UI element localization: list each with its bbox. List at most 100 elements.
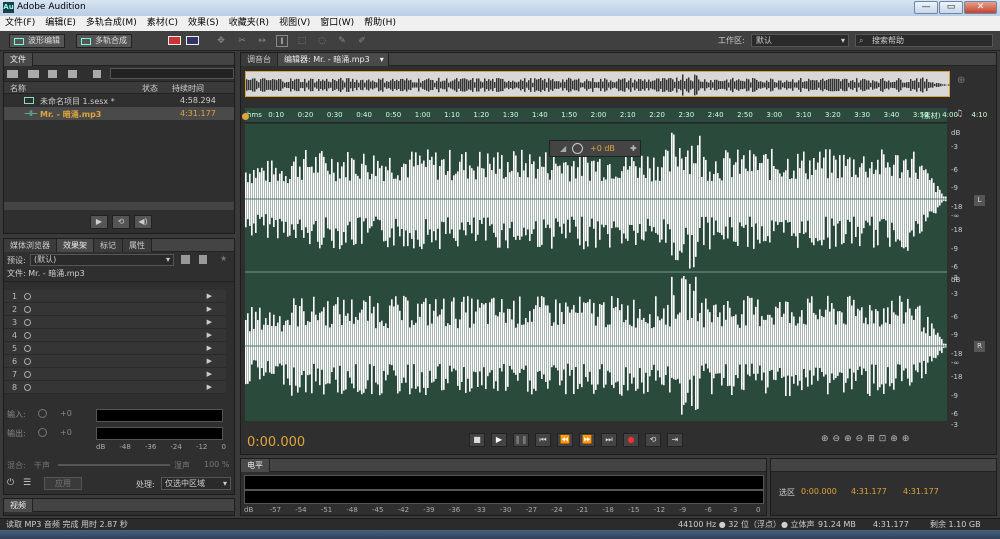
selection-end[interactable]: 4:31.177: [851, 487, 887, 496]
channel-right-toggle[interactable]: R: [974, 341, 985, 352]
mix-slider[interactable]: [58, 464, 170, 466]
file-row-selected[interactable]: ⊣⊢ Mr. - 暗涌.mp3 4:31.177: [4, 107, 234, 120]
tab-media-browser[interactable]: 媒体浏览器: [4, 239, 57, 252]
output-knob[interactable]: [38, 428, 47, 437]
tab-mixer[interactable]: 调音台: [241, 53, 278, 66]
waveform-overview[interactable]: [245, 71, 952, 97]
arrow-right-icon[interactable]: ▶: [207, 329, 212, 342]
waveform-view-button[interactable]: 波形编辑: [9, 34, 65, 48]
power-icon[interactable]: [24, 332, 31, 339]
process-select[interactable]: 仅选中区域 ▾: [161, 477, 231, 490]
close-button[interactable]: ✕: [964, 1, 997, 14]
wet-percent[interactable]: 100 %: [204, 460, 229, 469]
open-folder-icon[interactable]: [7, 70, 18, 78]
menu-file[interactable]: 文件(F): [0, 16, 40, 31]
razor-tool-icon[interactable]: ✂: [236, 35, 248, 47]
playhead-marker[interactable]: [242, 113, 249, 120]
chevron-down-icon[interactable]: ▾: [380, 53, 384, 66]
save-preset-icon[interactable]: [181, 255, 190, 264]
files-search-input[interactable]: [110, 68, 234, 79]
play-button[interactable]: ▶: [491, 433, 507, 447]
menu-clip[interactable]: 素材(C): [142, 16, 183, 31]
arrow-right-icon[interactable]: ▶: [207, 355, 212, 368]
zoom-in-amplitude-icon[interactable]: ⊕: [821, 434, 829, 448]
menu-multitrack[interactable]: 多轨合成(M): [81, 16, 142, 31]
input-knob[interactable]: [38, 409, 47, 418]
waveform-display[interactable]: ◢ +0 dB ✚: [245, 124, 947, 421]
effect-slot[interactable]: 7 ▶: [4, 368, 226, 381]
brush-tool-icon[interactable]: ✎: [336, 35, 348, 47]
tab-effects-rack[interactable]: 效果架: [57, 239, 94, 252]
stop-button[interactable]: ■: [469, 433, 485, 447]
selection-start[interactable]: 0:00.000: [801, 487, 837, 496]
delete-preset-icon[interactable]: [199, 255, 207, 264]
marquee-tool-icon[interactable]: ⬚: [296, 35, 308, 47]
menu-favorites[interactable]: 收藏夹(R): [224, 16, 274, 31]
import-icon[interactable]: [28, 70, 39, 78]
arrow-right-icon[interactable]: ▶: [207, 368, 212, 381]
zoom-selection-icon[interactable]: ⊡: [879, 434, 887, 448]
multitrack-view-button[interactable]: 多轨合成: [76, 34, 132, 48]
power-icon[interactable]: [24, 293, 31, 300]
tab-properties[interactable]: 属性: [123, 239, 152, 252]
menu-edit[interactable]: 编辑(E): [40, 16, 81, 31]
zoom-out-time-icon[interactable]: ⊖: [856, 434, 864, 448]
preset-select[interactable]: (默认) ▾: [30, 254, 174, 266]
output-value[interactable]: +0: [60, 428, 72, 437]
loop-button[interactable]: ⟲: [645, 433, 661, 447]
menu-effects[interactable]: 效果(S): [183, 16, 224, 31]
autoplay-button[interactable]: ◀): [134, 215, 152, 229]
search-help-input[interactable]: ⌕ 搜索帮助: [855, 34, 993, 47]
power-icon[interactable]: [24, 306, 31, 313]
zoom-full-icon[interactable]: ⊞: [867, 434, 875, 448]
minimize-button[interactable]: —: [914, 1, 938, 14]
tab-files[interactable]: 文件: [4, 53, 33, 66]
next-button[interactable]: ⏭: [601, 433, 617, 447]
star-icon[interactable]: ★: [220, 254, 227, 263]
effect-slot[interactable]: 1 ▶: [4, 290, 226, 303]
menu-view[interactable]: 视图(V): [274, 16, 315, 31]
skip-selection-button[interactable]: ⇥: [667, 433, 683, 447]
files-scrollbar[interactable]: [4, 202, 234, 210]
tab-video[interactable]: 视频: [4, 499, 33, 512]
zoom-in-left-icon[interactable]: ⊕: [890, 434, 898, 448]
play-file-button[interactable]: ▶: [90, 215, 108, 229]
workspace-select[interactable]: 默认 ▾: [751, 34, 849, 47]
selection-duration[interactable]: 4:31.177: [903, 487, 939, 496]
gain-knob[interactable]: [572, 143, 583, 154]
tab-levels[interactable]: 电平: [241, 459, 270, 472]
arrow-right-icon[interactable]: ▶: [207, 290, 212, 303]
zoom-in-time-icon[interactable]: ⊕: [844, 434, 852, 448]
time-selection-tool-icon[interactable]: I: [276, 35, 288, 47]
list-icon[interactable]: ☰: [23, 478, 34, 489]
tab-markers[interactable]: 标记: [94, 239, 123, 252]
headphones-icon[interactable]: ♫: [955, 109, 963, 119]
pin-icon[interactable]: ✚: [630, 141, 637, 156]
power-icon[interactable]: [24, 371, 31, 378]
loop-file-button[interactable]: ⟲: [112, 215, 130, 229]
power-icon[interactable]: [24, 358, 31, 365]
column-name[interactable]: 名称: [10, 83, 26, 94]
arrow-right-icon[interactable]: ▶: [207, 342, 212, 355]
spectral-display-icon[interactable]: [168, 36, 181, 45]
fast-forward-button[interactable]: ⏩: [579, 433, 595, 447]
pause-button[interactable]: ❚❚: [513, 433, 529, 447]
zoom-navigator-icon[interactable]: ⊕: [957, 75, 965, 86]
arrow-right-icon[interactable]: ▶: [207, 381, 212, 394]
move-tool-icon[interactable]: ✥: [215, 35, 227, 47]
lasso-tool-icon[interactable]: ◌: [316, 35, 328, 47]
channel-left-toggle[interactable]: L: [974, 195, 985, 206]
effect-slot[interactable]: 2 ▶: [4, 303, 226, 316]
input-value[interactable]: +0: [60, 409, 72, 418]
record-button[interactable]: ●: [623, 433, 639, 447]
new-file-icon[interactable]: [48, 70, 57, 78]
apply-button[interactable]: 应用: [44, 477, 82, 490]
effect-slot[interactable]: 6 ▶: [4, 355, 226, 368]
spectral-pitch-icon[interactable]: [186, 36, 199, 45]
file-row[interactable]: 未命名项目 1.sesx * 4:58.294: [4, 94, 234, 107]
effect-slot[interactable]: 8 ▶: [4, 381, 226, 394]
heal-tool-icon[interactable]: ✐: [356, 35, 368, 47]
power-icon[interactable]: [24, 319, 31, 326]
insert-icon[interactable]: [68, 70, 77, 78]
column-duration[interactable]: 持续时间: [172, 83, 204, 94]
